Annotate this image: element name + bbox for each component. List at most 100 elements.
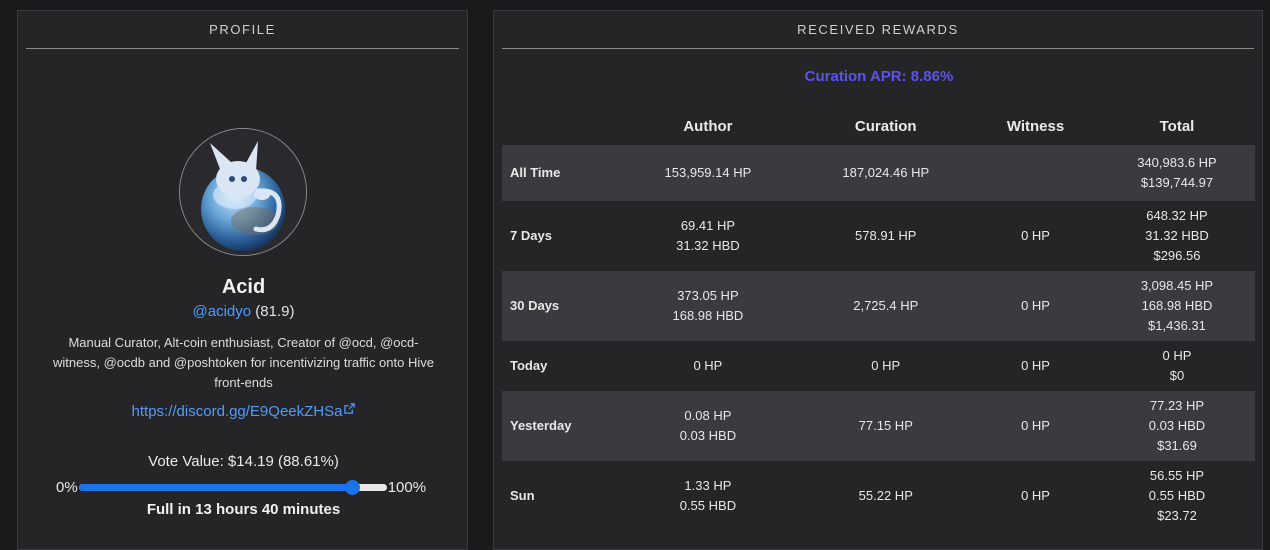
voting-power-slider[interactable] <box>78 479 387 495</box>
slider-fill <box>78 483 352 491</box>
cell-value: 168.98 HBD <box>1141 298 1213 313</box>
cell-value: 31.32 HBD <box>1145 228 1209 243</box>
cell-value: 187,024.46 HP <box>842 165 930 180</box>
row-label: All Time <box>510 165 561 180</box>
cell-total: 340,983.6 HP $139,744.97 <box>1099 145 1255 201</box>
cell-value: 648.32 HP <box>1146 208 1208 223</box>
row-label: Yesterday <box>510 418 572 433</box>
cell-curation: 77.15 HP <box>799 391 972 461</box>
cell-total: 56.55 HP 0.55 HBD $23.72 <box>1099 461 1255 531</box>
profile-name: Acid <box>221 276 266 298</box>
cell-value: 3,098.45 HP <box>1140 278 1214 293</box>
cell-value: 0.55 HBD <box>1148 488 1206 503</box>
cell-author: 153,959.14 HP <box>616 145 799 201</box>
profile-website: https://discord.gg/E9QeekZHSa <box>18 403 469 420</box>
cell-value: 0.03 HBD <box>1148 418 1206 433</box>
rewards-panel: RECEIVED REWARDS Curation APR: 8.86% Aut… <box>493 10 1263 550</box>
table-row: All Time 153,959.14 HP 187,024.46 HP 340,98… <box>502 145 1255 201</box>
cell-value: 0 HP <box>871 358 901 373</box>
cell-witness: 0 HP <box>972 461 1099 531</box>
cell-value: 0 HP <box>1162 348 1192 363</box>
cell-curation: 2,725.4 HP <box>799 271 972 341</box>
rewards-table: Author Curation Witness Total All Time 15… <box>502 107 1255 531</box>
cell-value: 578.91 HP <box>855 228 917 243</box>
avatar-image <box>180 129 306 255</box>
slider-thumb[interactable] <box>344 479 360 495</box>
row-label: Sun <box>510 488 535 503</box>
rewards-table-body: All Time 153,959.14 HP 187,024.46 HP 340,98… <box>502 145 1255 531</box>
cell-value: 168.98 HBD <box>672 308 744 323</box>
column-header-author: Author <box>683 117 733 135</box>
table-row: Today 0 HP 0 HP 0 HP 0 HP $0 <box>502 341 1255 391</box>
cell-value: $1,436.31 <box>1148 318 1206 333</box>
cell-value: 373.05 HP <box>677 288 739 303</box>
cell-value: 1.33 HP <box>684 478 732 493</box>
row-label: 30 Days <box>510 298 560 313</box>
cell-author: 0 HP <box>616 341 799 391</box>
cell-value: 0 HP <box>1021 228 1050 243</box>
cell-total: 648.32 HP 31.32 HBD $296.56 <box>1099 201 1255 271</box>
curation-apr: Curation APR: 8.86% <box>804 68 954 85</box>
profile-handle-row: @acidyo (81.9) <box>18 303 469 320</box>
cell-value: 0.55 HBD <box>679 498 737 513</box>
cell-curation: 187,024.46 HP <box>799 145 972 201</box>
cell-value: 69.41 HP <box>680 218 736 233</box>
cell-value: 31.32 HBD <box>676 238 740 253</box>
cell-value: 55.22 HP <box>858 488 913 503</box>
rewards-header: RECEIVED REWARDS <box>502 11 1254 49</box>
cell-value: $139,744.97 <box>1140 175 1214 190</box>
profile-header: PROFILE <box>26 11 459 49</box>
website-link[interactable]: https://discord.gg/E9QeekZHSa <box>132 403 343 420</box>
cell-value: 56.55 HP <box>1149 468 1205 483</box>
cell-author: 0.08 HP 0.03 HBD <box>616 391 799 461</box>
cell-total: 3,098.45 HP 168.98 HBD $1,436.31 <box>1099 271 1255 341</box>
cell-value: $0 <box>1169 368 1185 383</box>
row-label: 7 Days <box>510 228 552 243</box>
cell-value: $296.56 <box>1153 248 1201 263</box>
cell-curation: 578.91 HP <box>799 201 972 271</box>
cell-witness <box>972 145 1099 201</box>
cell-author: 373.05 HP 168.98 HBD <box>616 271 799 341</box>
cell-total: 77.23 HP 0.03 HBD $31.69 <box>1099 391 1255 461</box>
profile-about: Manual Curator, Alt-coin enthusiast, Cre… <box>53 335 434 390</box>
table-row: 30 Days 373.05 HP 168.98 HBD 2,725.4 HP 0 HP… <box>502 271 1255 341</box>
profile-handle-link[interactable]: @acidyo <box>193 303 252 320</box>
voting-power-slider-row: 0% 100% <box>56 477 436 497</box>
cell-value: 77.15 HP <box>858 418 913 433</box>
cell-value: $23.72 <box>1157 508 1197 523</box>
cell-curation: 0 HP <box>799 341 972 391</box>
avatar[interactable] <box>179 128 307 256</box>
cell-total: 0 HP $0 <box>1099 341 1255 391</box>
cell-value: 0 HP <box>1021 358 1050 373</box>
cell-value: 0.08 HP <box>684 408 732 423</box>
cell-value: 0 HP <box>1021 418 1050 433</box>
table-row: 7 Days 69.41 HP 31.32 HBD 578.91 HP 0 HP 648.… <box>502 201 1255 271</box>
cell-author: 69.41 HP 31.32 HBD <box>616 201 799 271</box>
cell-value: 340,983.6 HP <box>1137 155 1217 170</box>
slider-max-label: 100% <box>387 478 427 496</box>
reputation-score: (81.9) <box>255 303 295 320</box>
vote-value: Vote Value: $14.19 (88.61%) <box>148 453 339 470</box>
cell-value: 0 HP <box>693 358 723 373</box>
row-label: Today <box>510 358 548 373</box>
cell-witness: 0 HP <box>972 341 1099 391</box>
cell-value: 0 HP <box>1021 488 1050 503</box>
external-link-icon <box>344 403 356 414</box>
rewards-table-header: Author Curation Witness Total <box>502 107 1255 145</box>
column-header-curation: Curation <box>854 117 917 135</box>
cell-curation: 55.22 HP <box>799 461 972 531</box>
cell-witness: 0 HP <box>972 391 1099 461</box>
cell-author: 1.33 HP 0.55 HBD <box>616 461 799 531</box>
profile-panel: PROFILE Acid @acidyo (81.9) Manual Curat… <box>17 10 468 550</box>
column-header-witness: Witness <box>1006 117 1065 135</box>
cell-value: 0.03 HBD <box>679 428 737 443</box>
column-header-label <box>502 107 616 145</box>
table-row: Yesterday 0.08 HP 0.03 HBD 77.15 HP 0 HP 77.2… <box>502 391 1255 461</box>
table-row: Sun 1.33 HP 0.55 HBD 55.22 HP 0 HP 56.55 HP 0.… <box>502 461 1255 531</box>
cell-value: 0 HP <box>1021 298 1050 313</box>
cell-value: 2,725.4 HP <box>853 298 919 313</box>
cell-witness: 0 HP <box>972 271 1099 341</box>
cell-value: $31.69 <box>1157 438 1197 453</box>
cell-witness: 0 HP <box>972 201 1099 271</box>
slider-min-label: 0% <box>56 478 78 496</box>
